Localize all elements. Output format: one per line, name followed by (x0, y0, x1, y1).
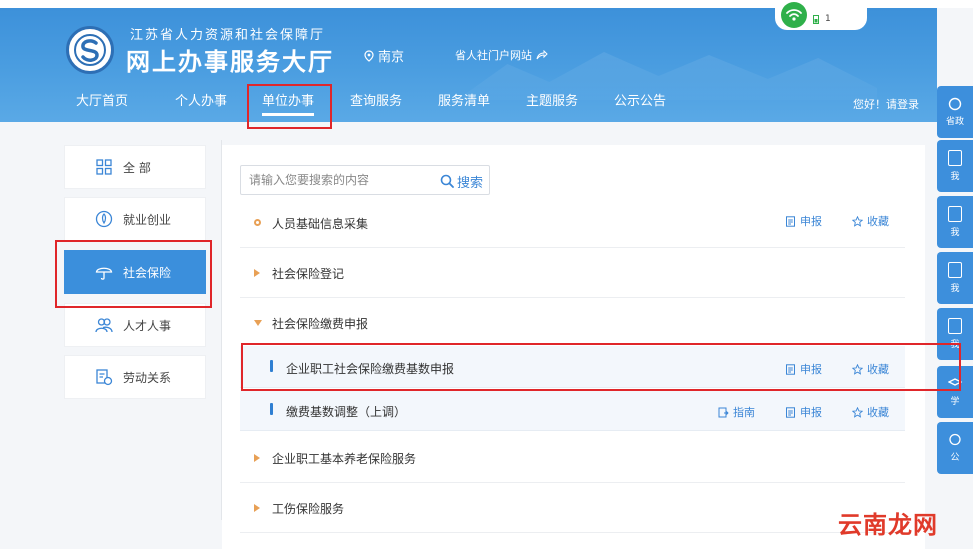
service-subrow[interactable]: 缴费基数调整（上调） 指南 申报 收藏 (240, 389, 905, 431)
document-icon (948, 318, 962, 334)
people-icon (95, 318, 113, 333)
nav-item-topic[interactable]: 主题服务 (526, 92, 578, 116)
wifi-badge (781, 2, 807, 28)
search-box: 搜索 (240, 165, 490, 195)
declare-button[interactable]: 申报 (785, 213, 822, 229)
document-icon (786, 215, 795, 227)
logo[interactable] (66, 26, 114, 74)
document-icon (948, 150, 962, 166)
login-link[interactable]: 您好！请登录 (853, 96, 919, 112)
star-icon (852, 406, 863, 418)
nav-item-notice[interactable]: 公示公告 (614, 92, 666, 116)
logo-emblem-icon (74, 34, 106, 66)
page: 江苏省人力资源和社会保障厅 网上办事服务大厅 南京 省人社门户网站 大厅首页 个… (0, 0, 973, 549)
service-title: 人员基础信息采集 (272, 217, 369, 231)
rocket-icon (95, 210, 113, 228)
search-button[interactable]: 搜索 (440, 171, 483, 191)
caret-right-icon (254, 454, 260, 462)
city-name: 南京 (378, 50, 405, 65)
portal-link[interactable]: 省人社门户网站 (455, 47, 548, 63)
declare-button[interactable]: 申报 (785, 404, 822, 420)
rightbar-label: 学 (950, 397, 960, 407)
service-row[interactable]: 工伤保险服务 (240, 483, 905, 533)
rightbar-item-public[interactable]: 公 (937, 422, 973, 474)
document-icon (948, 262, 962, 278)
favorite-button[interactable]: 收藏 (852, 404, 889, 420)
rightbar-label: 省政 (945, 117, 964, 127)
grid-icon (96, 159, 112, 175)
org-name: 江苏省人力资源和社会保障厅 (130, 28, 326, 43)
search-icon (440, 174, 454, 188)
signal-widget[interactable]: 1 (775, 2, 867, 30)
chat-icon (949, 433, 961, 446)
service-row[interactable]: 企业职工基本养老保险服务 (240, 433, 905, 483)
contract-icon (96, 369, 113, 386)
sidebar-item-label: 劳动关系 (123, 370, 172, 385)
rightbar-item-2[interactable]: 我 (937, 196, 973, 248)
service-title: 缴费基数调整（上调） (286, 405, 407, 419)
rightbar-label: 公 (950, 453, 960, 463)
guide-label: 指南 (733, 406, 755, 419)
nav-item-service-list[interactable]: 服务清单 (438, 92, 490, 116)
guide-button[interactable]: 指南 (718, 404, 755, 420)
sidebar-item-label: 就业创业 (123, 212, 172, 227)
caret-right-icon (254, 269, 260, 277)
caret-right-icon (254, 504, 260, 512)
search-input[interactable] (249, 166, 429, 194)
rightbar-label: 我 (950, 284, 960, 294)
search-button-label: 搜索 (456, 175, 483, 191)
sidebar-item-labor[interactable]: 劳动关系 (64, 355, 206, 399)
sidebar-item-employment[interactable]: 就业创业 (64, 197, 206, 241)
share-arrow-icon (536, 50, 548, 60)
service-title: 社会保险缴费申报 (272, 317, 369, 331)
city-selector[interactable]: 南京 (364, 46, 404, 65)
service-title: 社会保险登记 (272, 267, 345, 281)
battery-icon (813, 15, 819, 24)
service-title: 企业职工基本养老保险服务 (272, 452, 417, 466)
gov-icon (948, 97, 962, 111)
portal-link-label: 省人社门户网站 (455, 49, 532, 62)
guide-icon (718, 407, 729, 417)
favorite-label: 收藏 (867, 406, 889, 419)
sidebar-item-all[interactable]: 全 部 (64, 145, 206, 189)
service-title: 工伤保险服务 (272, 502, 345, 516)
top-strip (0, 0, 973, 8)
signal-count: 1 (825, 14, 831, 24)
rightbar-item-1[interactable]: 我 (937, 140, 973, 192)
document-icon (786, 406, 795, 418)
service-row[interactable]: 人员基础信息采集 申报 收藏 (240, 198, 905, 248)
service-row-expanded[interactable]: 社会保险缴费申报 (240, 298, 905, 348)
rightbar-item-3[interactable]: 我 (937, 252, 973, 304)
sidebar-item-label: 人才人事 (123, 318, 172, 333)
nav-item-query[interactable]: 查询服务 (350, 92, 402, 116)
caret-down-icon (254, 320, 262, 326)
highlight-box-sidebar (55, 240, 212, 308)
service-row[interactable]: 社会保险登记 (240, 248, 905, 298)
subrow-bar-marker (270, 403, 273, 415)
declare-label: 申报 (800, 215, 822, 228)
favorite-button[interactable]: 收藏 (852, 213, 889, 229)
rightbar-label: 我 (950, 228, 960, 238)
rightbar-label: 我 (950, 172, 960, 182)
main-nav: 大厅首页 个人办事 单位办事 查询服务 服务清单 主题服务 公示公告 您好！请登… (0, 88, 937, 118)
sidebar-item-talent[interactable]: 人才人事 (64, 303, 206, 347)
highlight-box-service (241, 343, 961, 391)
watermark: 云南龙网 (838, 511, 938, 539)
sidebar-item-label: 全 部 (123, 160, 151, 175)
document-icon (948, 206, 962, 222)
favorite-label: 收藏 (867, 215, 889, 228)
ring-bullet-icon (254, 219, 261, 226)
declare-label: 申报 (800, 406, 822, 419)
nav-item-home[interactable]: 大厅首页 (76, 92, 128, 116)
nav-item-personal[interactable]: 个人办事 (175, 92, 227, 116)
wifi-icon (786, 9, 802, 21)
star-icon (852, 215, 863, 227)
highlight-box-nav (247, 84, 332, 129)
rightbar-item-gov[interactable]: 省政 (937, 86, 973, 138)
location-pin-icon (364, 49, 374, 62)
hall-name: 网上办事服务大厅 (126, 48, 334, 76)
